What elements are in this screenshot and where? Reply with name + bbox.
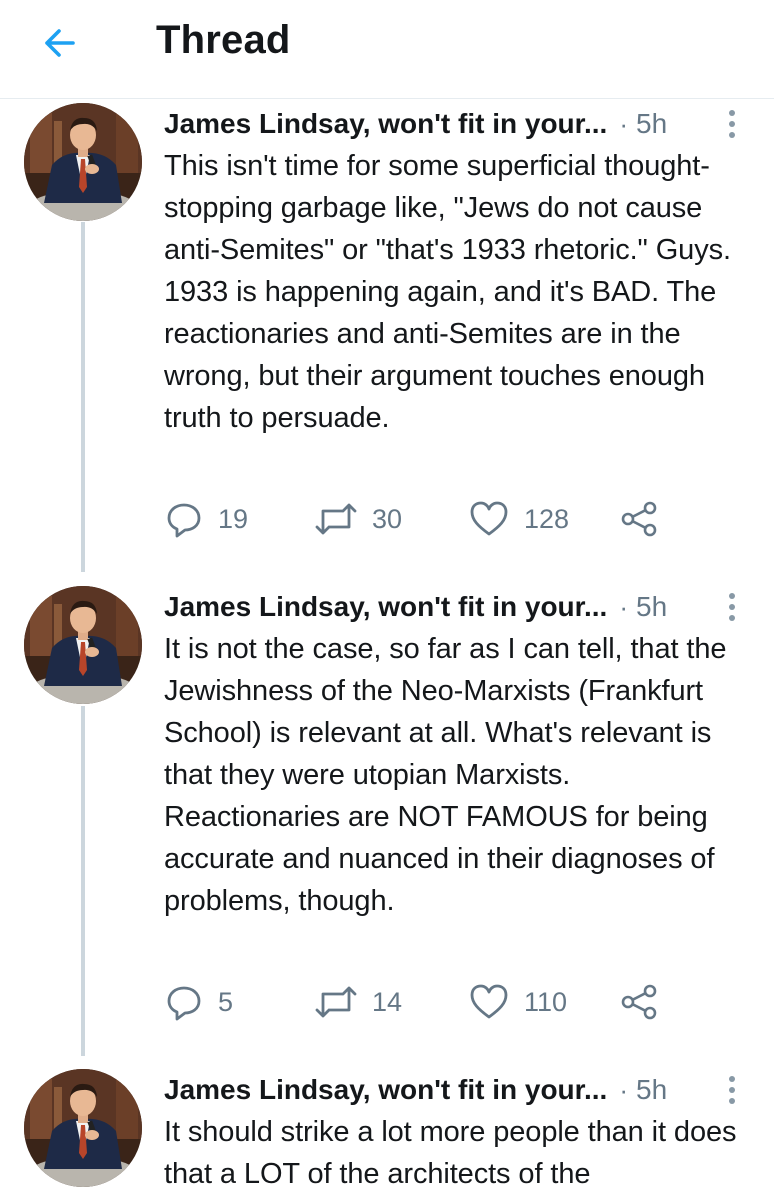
timestamp[interactable]: 5h [636,108,667,140]
tweet-actions: 5 14 110 [164,982,724,1022]
like-button[interactable]: 128 [468,499,569,539]
retweet-button[interactable]: 30 [314,499,402,539]
heart-icon [470,984,508,1019]
retweet-icon [315,503,357,535]
avatar[interactable] [24,586,142,704]
tweet-text: This isn't time for some superficial tho… [164,150,731,434]
retweet-count: 30 [372,503,403,534]
more-options-icon[interactable] [724,107,740,141]
more-options-icon[interactable] [724,590,740,624]
author-name[interactable]: James Lindsay, won't fit in your... [164,591,607,623]
tweet-actions: 19 30 128 [164,499,724,539]
reply-button[interactable]: 19 [164,499,248,539]
author-name[interactable]: James Lindsay, won't fit in your... [164,1074,607,1106]
like-count: 128 [524,503,570,534]
reply-icon [167,986,201,1021]
back-button[interactable] [34,18,84,68]
separator-dot: · [619,591,629,622]
separator-dot: · [619,1074,629,1105]
author-name[interactable]: James Lindsay, won't fit in your... [164,108,607,140]
retweet-count: 14 [372,986,403,1017]
reply-icon [167,503,201,538]
timestamp[interactable]: 5h [636,591,667,623]
avatar[interactable] [24,1069,142,1187]
heart-icon [470,501,508,536]
thread-connector-line [81,222,85,572]
retweet-icon [315,986,357,1018]
like-count: 110 [524,986,568,1017]
reply-count: 19 [218,503,249,534]
top-app-bar: Thread [0,0,774,99]
tweet-text: It is not the case, so far as I can tell… [164,633,727,917]
timestamp[interactable]: 5h [636,1074,667,1106]
share-icon [621,501,657,537]
avatar[interactable] [24,103,142,221]
tweet-text: It should strike a lot more people than … [164,1116,737,1190]
page-title: Thread [156,18,291,62]
retweet-button[interactable]: 14 [314,982,402,1022]
arrow-left-icon [45,29,75,57]
share-icon [621,984,657,1020]
reply-button[interactable]: 5 [164,982,233,1022]
reply-count: 5 [218,986,234,1017]
tweet-header: James Lindsay, won't fit in your... · 5h [164,586,754,628]
share-button[interactable] [620,982,660,1022]
thread-connector-line [81,706,85,1056]
tweet-header: James Lindsay, won't fit in your... · 5h [164,1069,754,1111]
separator-dot: · [619,108,629,139]
share-button[interactable] [620,499,660,539]
more-options-icon[interactable] [724,1073,740,1107]
like-button[interactable]: 110 [468,982,567,1022]
tweet-header: James Lindsay, won't fit in your... · 5h [164,103,754,145]
